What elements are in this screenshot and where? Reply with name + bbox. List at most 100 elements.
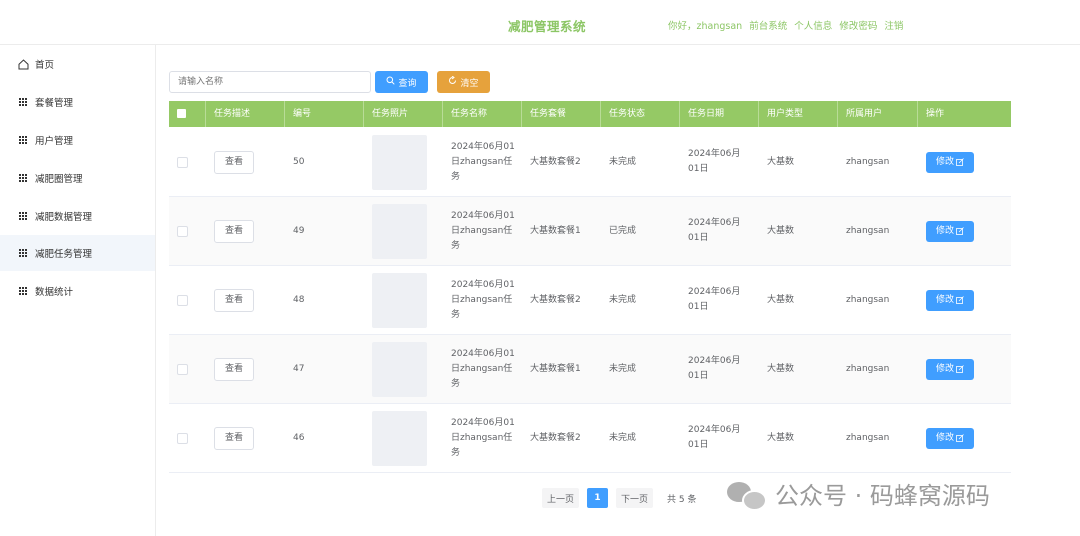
- view-button[interactable]: 查看: [214, 150, 254, 174]
- row-checkbox[interactable]: [177, 225, 188, 237]
- home-icon: [17, 58, 29, 70]
- status-cell: 已完成: [609, 225, 637, 236]
- actions-cell: 修改: [918, 197, 1011, 265]
- user-type-cell: 大基数: [767, 363, 795, 374]
- sidebar: 首页 套餐管理 用户管理 减肥圈管理 减肥数据管理 减肥任务管理 数据统计: [0, 45, 156, 536]
- row-checkbox[interactable]: [177, 294, 188, 306]
- greeting-text: 你好，zhangsan: [668, 21, 743, 32]
- user-cell: zhangsan: [846, 156, 890, 167]
- profile-link[interactable]: 个人信息: [794, 21, 832, 32]
- edit-button-label: 修改: [935, 225, 954, 236]
- select-all-cell: [169, 101, 206, 127]
- top-header: 减肥管理系统 你好，zhangsan 前台系统 个人信息 修改密码 注销: [0, 0, 1080, 45]
- package-cell: 大基数套餐2: [530, 432, 581, 443]
- edit-button-label: 修改: [935, 432, 954, 443]
- page-number-button[interactable]: 1: [587, 488, 609, 508]
- edit-icon: [956, 227, 964, 235]
- photo-cell: [364, 266, 443, 334]
- prev-page-button[interactable]: 上一页: [542, 488, 580, 508]
- table-row: 查看 50 2024年06月01日zhangsan任务 大基数套餐2 未完成 2024年0…: [169, 128, 1011, 197]
- col-header-actions: 操作: [926, 109, 945, 119]
- edit-button[interactable]: 修改: [926, 220, 974, 242]
- date-cell: 2024年06月01日: [688, 149, 741, 174]
- edit-button-label: 修改: [935, 363, 954, 374]
- sidebar-item-label: 减肥数据管理: [35, 212, 93, 223]
- watermark-text: 公众号 · 码蜂窝源码: [775, 482, 990, 510]
- col-header-photo: 任务照片: [364, 101, 443, 127]
- package-cell: 大基数套餐1: [530, 225, 581, 236]
- total-count: 共 5 条: [667, 494, 697, 505]
- sidebar-item-package[interactable]: 套餐管理: [0, 84, 155, 120]
- view-button[interactable]: 查看: [214, 357, 254, 381]
- edit-button[interactable]: 修改: [926, 289, 974, 311]
- user-type-cell: 大基数: [767, 156, 795, 167]
- id-cell: 49: [293, 225, 305, 236]
- view-button[interactable]: 查看: [214, 288, 254, 312]
- sidebar-item-home[interactable]: 首页: [0, 46, 155, 82]
- name-cell: 2024年06月01日zhangsan任务: [451, 279, 515, 320]
- next-page-button[interactable]: 下一页: [616, 488, 654, 508]
- sidebar-item-label: 套餐管理: [35, 98, 74, 109]
- date-cell: 2024年06月01日: [688, 425, 741, 450]
- sidebar-item-data[interactable]: 减肥数据管理: [0, 198, 155, 234]
- status-cell: 未完成: [609, 294, 637, 305]
- sidebar-item-users[interactable]: 用户管理: [0, 122, 155, 158]
- app-title: 减肥管理系统: [508, 19, 587, 34]
- status-cell: 未完成: [609, 156, 637, 167]
- col-header-package: 任务套餐: [522, 101, 601, 127]
- view-button[interactable]: 查看: [214, 426, 254, 450]
- row-checkbox[interactable]: [177, 363, 188, 375]
- sidebar-item-label: 减肥任务管理: [35, 249, 93, 260]
- col-header-desc: 任务描述: [206, 101, 285, 127]
- desc-cell: 查看: [206, 128, 285, 196]
- sidebar-item-label: 减肥圈管理: [35, 174, 83, 185]
- row-checkbox[interactable]: [177, 156, 188, 168]
- view-button[interactable]: 查看: [214, 219, 254, 243]
- edit-icon: [956, 296, 964, 304]
- photo-cell: [364, 197, 443, 265]
- table-row: 查看 48 2024年06月01日zhangsan任务 大基数套餐2 未完成 2024年0…: [169, 266, 1011, 335]
- edit-button-label: 修改: [935, 294, 954, 305]
- top-nav: 你好，zhangsan 前台系统 个人信息 修改密码 注销: [668, 18, 907, 32]
- col-header-name: 任务名称: [443, 101, 522, 127]
- logout-link[interactable]: 注销: [884, 21, 903, 32]
- edit-icon: [956, 158, 964, 166]
- edit-button[interactable]: 修改: [926, 427, 974, 449]
- user-cell: zhangsan: [846, 225, 890, 236]
- sidebar-item-statistics[interactable]: 数据统计: [0, 273, 155, 309]
- desc-cell: 查看: [206, 404, 285, 472]
- table-header: 任务描述 编号 任务照片 任务名称 任务套餐 任务状态 任务日期 用户类型 所属…: [169, 101, 1011, 127]
- clear-button[interactable]: 清空: [437, 71, 490, 93]
- desc-cell: 查看: [206, 266, 285, 334]
- change-password-link[interactable]: 修改密码: [839, 21, 877, 32]
- actions-cell: 修改: [918, 335, 1011, 403]
- user-cell: zhangsan: [846, 432, 890, 443]
- row-checkbox[interactable]: [177, 432, 188, 444]
- status-cell: 未完成: [609, 432, 637, 443]
- front-system-link[interactable]: 前台系统: [749, 21, 787, 32]
- table-row: 查看 46 2024年06月01日zhangsan任务 大基数套餐2 未完成 2024年0…: [169, 404, 1011, 473]
- select-all-checkbox[interactable]: [177, 109, 186, 118]
- edit-button[interactable]: 修改: [926, 151, 974, 173]
- actions-cell: 修改: [918, 266, 1011, 334]
- date-cell: 2024年06月01日: [688, 287, 741, 312]
- sidebar-item-circle[interactable]: 减肥圈管理: [0, 160, 155, 196]
- row-select-cell: [169, 128, 206, 196]
- name-cell: 2024年06月01日zhangsan任务: [451, 417, 515, 458]
- grid-icon: [17, 247, 29, 259]
- search-input[interactable]: [169, 71, 371, 93]
- sidebar-item-tasks[interactable]: 减肥任务管理: [0, 235, 155, 271]
- col-header-status: 任务状态: [601, 101, 680, 127]
- id-cell: 48: [293, 294, 305, 305]
- query-button[interactable]: 查询: [375, 71, 428, 93]
- edit-button-label: 修改: [935, 156, 954, 167]
- actions-cell: 修改: [918, 128, 1011, 196]
- grid-icon: [17, 96, 29, 108]
- row-select-cell: [169, 197, 206, 265]
- edit-button[interactable]: 修改: [926, 358, 974, 380]
- user-type-cell: 大基数: [767, 432, 795, 443]
- row-select-cell: [169, 404, 206, 472]
- user-cell: zhangsan: [846, 294, 890, 305]
- task-photo: [372, 341, 427, 397]
- edit-icon: [956, 365, 964, 373]
